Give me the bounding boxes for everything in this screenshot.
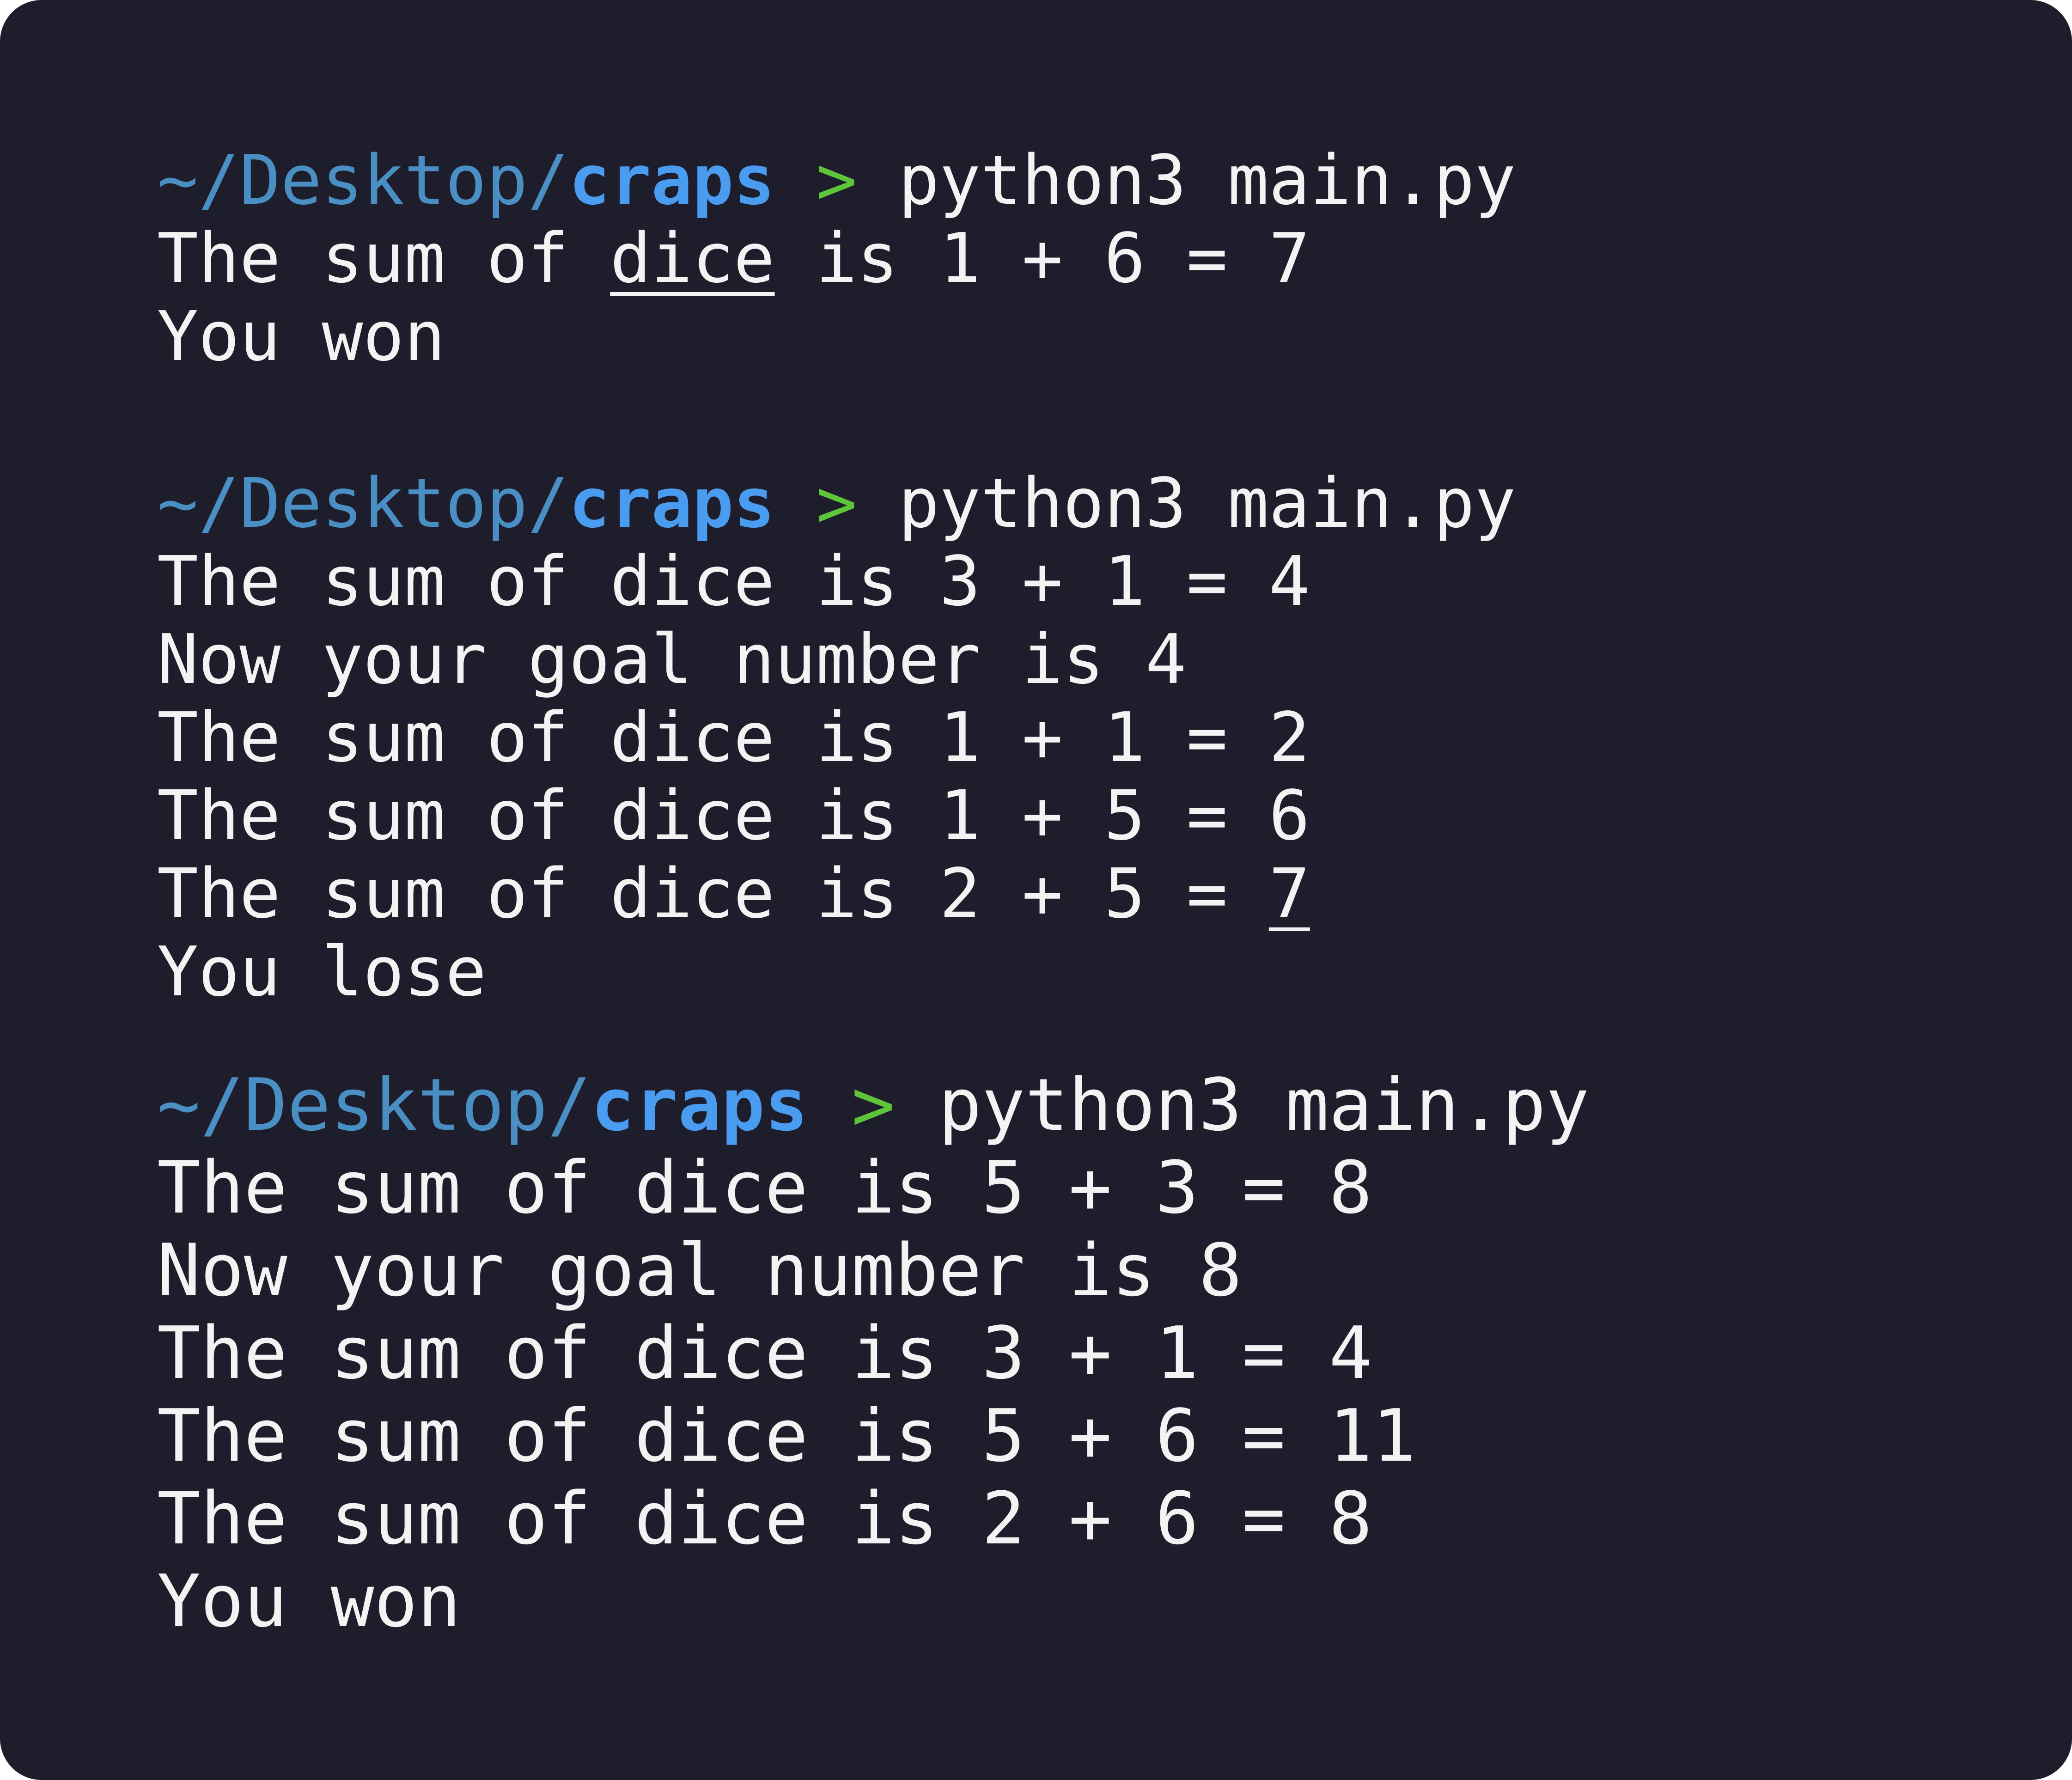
prompt-arrow-icon: > — [851, 1063, 895, 1147]
prompt-line: ~/Desktop/craps > python3 main.py — [157, 464, 1516, 543]
session-block: ~/Desktop/craps > python3 main.py The su… — [157, 141, 1516, 376]
prompt-arrow-icon: > — [816, 140, 857, 220]
output-line: The sum of dice is 1 + 6 = 7 — [157, 219, 1516, 298]
output-line: The sum of dice is 5 + 3 = 8 — [157, 1146, 1372, 1230]
prompt-arrow-icon: > — [816, 463, 857, 543]
command-text: python3 main.py — [898, 140, 1516, 220]
output-line: You won — [157, 297, 445, 376]
prompt-path: ~/Desktop/ — [157, 463, 569, 543]
output-line: The sum of dice is 1 + 5 = 6 — [157, 776, 1310, 855]
output-text: The sum of — [157, 219, 610, 298]
output-line: The sum of dice is 3 + 1 = 4 — [157, 542, 1310, 621]
prompt-directory: craps — [569, 140, 775, 220]
output-text: The sum of dice is 2 + 5 = — [157, 854, 1269, 933]
command-text: python3 main.py — [898, 463, 1516, 543]
prompt-line: ~/Desktop/craps > python3 main.py — [157, 141, 1516, 219]
prompt-line: ~/Desktop/craps > python3 main.py — [157, 1064, 1589, 1146]
session-block: ~/Desktop/craps > python3 main.py The su… — [157, 1064, 1589, 1643]
prompt-directory: craps — [569, 463, 775, 543]
output-line: The sum of dice is 2 + 5 = 7 — [157, 855, 1516, 933]
output-line: The sum of dice is 2 + 6 = 8 — [157, 1476, 1372, 1561]
output-line: Now your goal number is 8 — [157, 1228, 1242, 1312]
terminal-window[interactable]: ~/Desktop/craps > python3 main.py The su… — [0, 0, 2072, 1780]
output-line: The sum of dice is 1 + 1 = 2 — [157, 698, 1310, 777]
output-line: The sum of dice is 5 + 6 = 11 — [157, 1394, 1416, 1478]
prompt-directory: craps — [591, 1063, 808, 1147]
prompt-path: ~/Desktop/ — [157, 140, 569, 220]
output-line: You lose — [157, 932, 487, 1012]
underlined-number: 7 — [1268, 854, 1310, 933]
output-line: Now your goal number is 4 — [157, 620, 1187, 699]
prompt-path: ~/Desktop/ — [157, 1063, 591, 1147]
underlined-word: dice — [610, 219, 775, 298]
output-line: The sum of dice is 3 + 1 = 4 — [157, 1311, 1372, 1395]
command-text: python3 main.py — [938, 1063, 1590, 1147]
session-block: ~/Desktop/craps > python3 main.py The su… — [157, 464, 1516, 1011]
output-line: You won — [157, 1559, 461, 1643]
output-text: is 1 + 6 = 7 — [774, 219, 1310, 298]
